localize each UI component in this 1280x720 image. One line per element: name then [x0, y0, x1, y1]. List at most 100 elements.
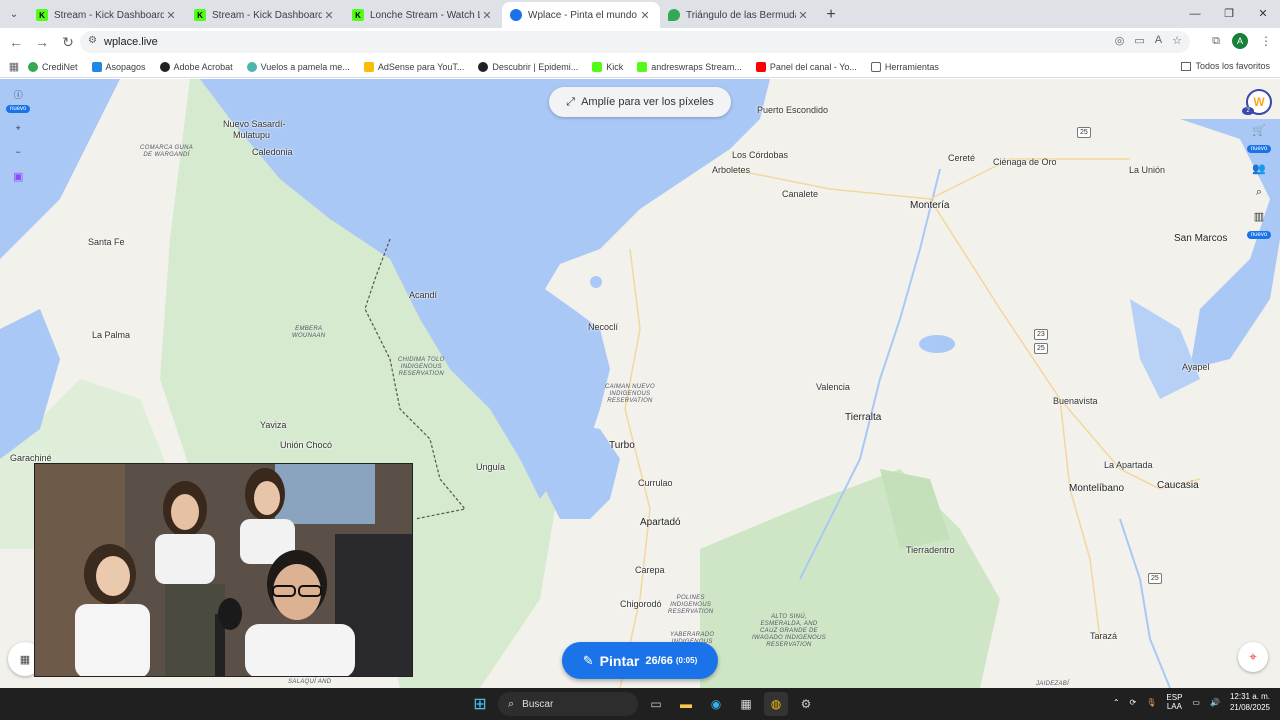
zoom-minus-icon[interactable]: −	[9, 143, 27, 161]
twitch-icon[interactable]: ▣	[9, 167, 27, 185]
reload-icon[interactable]: ↻	[56, 30, 80, 54]
task-view-icon[interactable]: ▭	[644, 692, 668, 716]
window-close-icon[interactable]: ✕	[1246, 0, 1280, 28]
bookmark-item[interactable]: CrediNet	[28, 61, 78, 72]
bookmark-item[interactable]: AdSense para YouT...	[363, 61, 464, 72]
globe-icon	[246, 61, 257, 72]
map-place-label: Puerto Escondido	[757, 105, 829, 115]
minimize-icon[interactable]: —	[1178, 0, 1212, 28]
chrome-icon[interactable]: ◍	[764, 692, 788, 716]
menu-kebab-icon[interactable]: ⋮	[1260, 34, 1272, 48]
tray-sync-icon[interactable]: ⟳	[1130, 698, 1137, 707]
paint-button[interactable]: ✎ Pintar 26/66 (0:05)	[562, 642, 718, 679]
new-badge: nuevo	[1246, 231, 1272, 239]
new-badge: nuevo	[6, 105, 31, 113]
leaderboard-icon[interactable]: ▥	[1250, 207, 1268, 225]
road-shield-label: 25	[1034, 343, 1048, 354]
map-place-label: Ayapel	[1182, 362, 1210, 372]
bookmark-item[interactable]: Vuelos a pamela me...	[246, 61, 350, 72]
tab-wplace[interactable]: Wplace - Pinta el mundo ✕	[502, 2, 660, 28]
zoom-hint-button[interactable]: ⤢ Amplíe para ver los píxeles	[549, 87, 731, 117]
eye-off-icon[interactable]: ◎	[1115, 34, 1125, 47]
app-icon[interactable]: ⚙	[794, 692, 818, 716]
taskbar-search[interactable]: ⌕ Buscar	[498, 692, 638, 716]
tray-chevron-icon[interactable]: ⌃	[1113, 698, 1120, 707]
site-info-icon[interactable]: ⚙	[88, 36, 98, 46]
bookmark-folder[interactable]: Herramientas	[870, 61, 939, 72]
asopagos-icon	[91, 61, 102, 72]
users-group-icon[interactable]: 👥	[1250, 159, 1268, 177]
file-explorer-icon[interactable]: ▬	[674, 692, 698, 716]
map-place-label: Mulatupu	[233, 130, 271, 140]
map-place-label: La Apartada	[1104, 460, 1153, 470]
windows-start-icon[interactable]: ⊞	[468, 692, 492, 716]
language-indicator[interactable]: ESP LAA	[1166, 693, 1182, 711]
map-reserve-label: ALTO SINÚ, ESMERALDA, AND CAUZ GRANDE DE…	[752, 614, 826, 648]
edge-icon[interactable]: ◉	[704, 692, 728, 716]
new-badge: nuevo	[1246, 145, 1272, 153]
bookmark-item[interactable]: Panel del canal - Yo...	[755, 61, 857, 72]
volume-icon[interactable]: 🔊	[1210, 698, 1220, 707]
brush-icon: ✎	[582, 652, 594, 668]
address-bar[interactable]: ⚙ wplace.live ◎ ▭ A ☆	[80, 31, 1190, 53]
translate-icon[interactable]: A	[1155, 34, 1162, 47]
tab-search-chevron-icon[interactable]: ⌄	[0, 0, 28, 28]
adobe-acrobat-icon	[159, 61, 170, 72]
network-icon[interactable]: ▭	[1192, 698, 1200, 707]
map-reserve-label: CHIDIMA TOLO INDIGENOUS RESERVATION	[398, 357, 445, 377]
profile-avatar[interactable]: A	[1232, 33, 1248, 49]
microphone-icon[interactable]: 🎙	[1146, 698, 1156, 707]
tab-kick-dashboard-2[interactable]: K Stream - Kick Dashboard ✕	[186, 2, 344, 28]
map-place-label: Unguía	[476, 462, 506, 472]
zoom-in-icon: ⤢	[566, 95, 576, 108]
road-shield-label: 25	[1077, 127, 1091, 138]
map-place-label: Carepa	[635, 565, 665, 575]
toolbar-right: ⧉ A ⋮	[1212, 33, 1272, 49]
close-icon[interactable]: ✕	[638, 9, 652, 22]
zoom-plus-icon[interactable]: +	[9, 119, 27, 137]
locate-target-button[interactable]: ⌖	[1238, 642, 1268, 672]
panel-icon: ▦	[19, 653, 31, 666]
close-icon[interactable]: ✕	[796, 9, 810, 22]
taskbar-clock[interactable]: 12:31 a. m. 21/08/2025	[1230, 691, 1270, 713]
map-place-label: Valencia	[816, 382, 850, 392]
close-icon[interactable]: ✕	[322, 9, 336, 22]
tab-kick-dashboard-1[interactable]: K Stream - Kick Dashboard ✕	[28, 2, 186, 28]
tab-strip: ⌄ K Stream - Kick Dashboard ✕ K Stream -…	[0, 0, 1280, 28]
info-icon[interactable]: ⓘ	[9, 89, 27, 100]
kick-icon	[637, 61, 648, 72]
map-reserve-label: CAIMAN NUEVO INDIGENOUS RESERVATION	[605, 384, 655, 404]
close-icon[interactable]: ✕	[164, 9, 178, 22]
map-place-label: Montelíbano	[1069, 483, 1125, 494]
crosshair-icon: ⌖	[1249, 649, 1257, 664]
cast-icon[interactable]: ▭	[1134, 34, 1144, 47]
all-bookmarks-folder[interactable]: Todos los favoritos	[1181, 61, 1270, 71]
search-location-icon[interactable]: ⌕	[1250, 183, 1268, 201]
kick-icon: K	[352, 9, 364, 21]
bookmark-item[interactable]: Kick	[592, 61, 623, 72]
new-tab-icon[interactable]: +	[818, 2, 844, 28]
tab-lonche-stream[interactable]: K Lonche Stream - Watch Live on ✕	[344, 2, 502, 28]
bookmark-item[interactable]: Asopagos	[91, 61, 146, 72]
apps-grid-icon[interactable]: ▦	[0, 60, 28, 73]
extensions-icon[interactable]: ⧉	[1212, 35, 1220, 48]
bookmark-item[interactable]: andreswraps Stream...	[637, 61, 742, 72]
road-shield-label: 25	[1148, 573, 1162, 584]
omnibox-actions: ◎ ▭ A ☆	[1115, 34, 1182, 47]
close-icon[interactable]: ✕	[480, 9, 494, 22]
map-place-label: Los Córdobas	[732, 150, 789, 160]
bookmark-item[interactable]: Adobe Acrobat	[159, 61, 233, 72]
forward-icon[interactable]: →	[30, 30, 54, 54]
restore-icon[interactable]: ❐	[1212, 0, 1246, 28]
map-place-label: Necoclí	[588, 322, 619, 332]
kick-icon	[592, 61, 603, 72]
bookmark-item[interactable]: Descubrir | Epidemi...	[478, 61, 578, 72]
bookmark-star-icon[interactable]: ☆	[1172, 34, 1182, 47]
map-place-label: Garachiné	[10, 453, 52, 463]
map-reserve-label: COMARCA GUNA DE WARGANDÍ	[140, 145, 194, 158]
shop-cart-icon[interactable]: 🛒	[1250, 121, 1268, 139]
store-icon[interactable]: ▦	[734, 692, 758, 716]
map-place-label: La Unión	[1129, 165, 1166, 175]
tab-google-maps[interactable]: Triángulo de las Bermudas - Go ✕	[660, 2, 818, 28]
back-icon[interactable]: ←	[4, 30, 28, 54]
